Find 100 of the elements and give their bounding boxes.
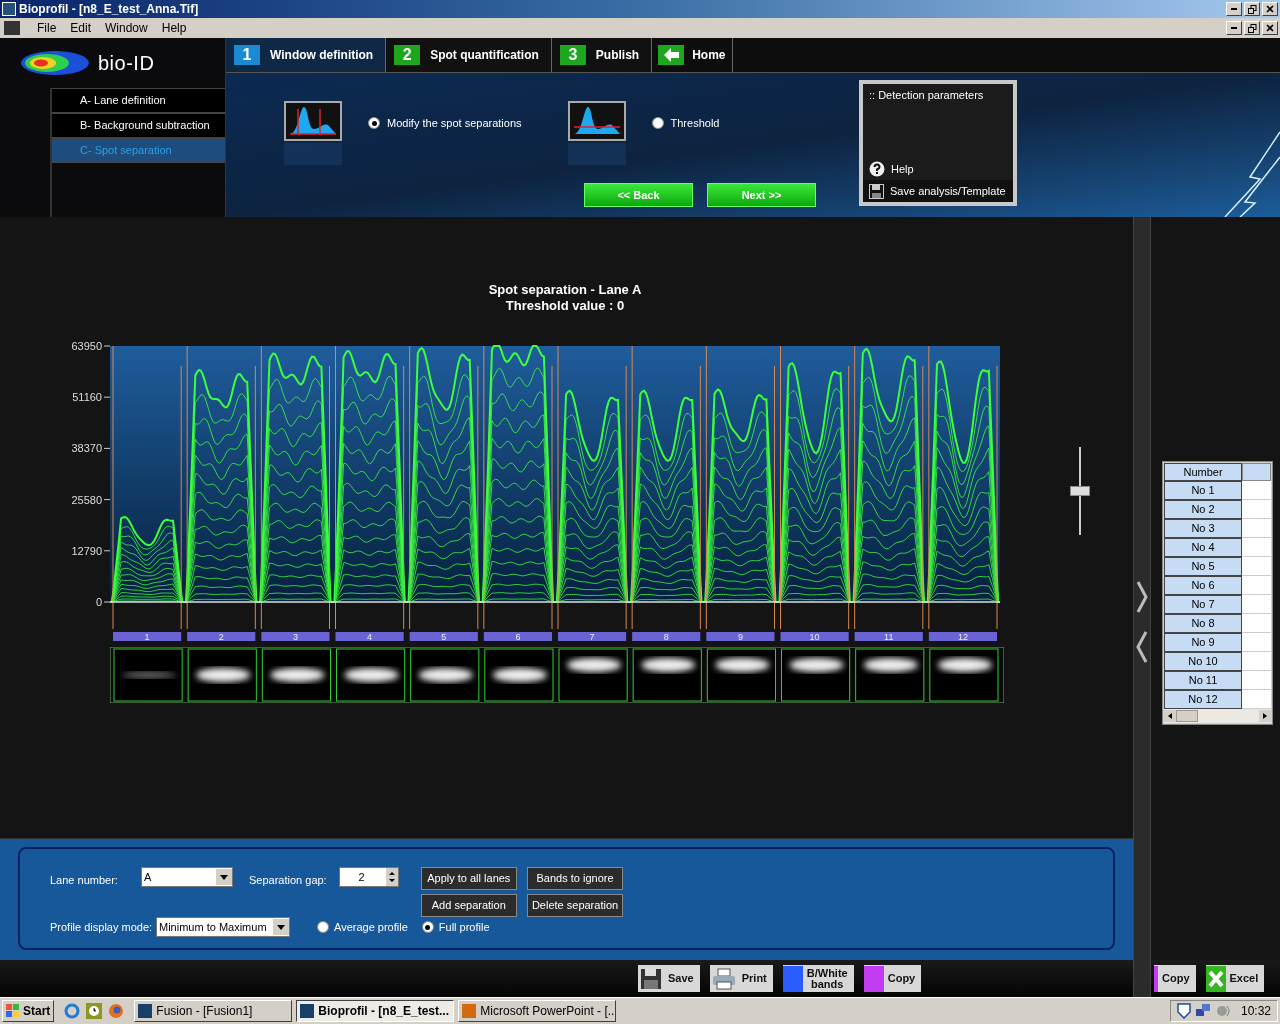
lane-tab[interactable]	[261, 632, 330, 641]
y-axis-label: 51160	[72, 391, 102, 404]
sidebar-item[interactable]: A- Lane definition	[52, 88, 225, 113]
taskbar-button[interactable]: Bioprofil - [n8_E_test...	[296, 1000, 455, 1022]
close-icon	[1266, 5, 1274, 13]
menu-item[interactable]: File	[30, 19, 64, 37]
row-header[interactable]: No 5	[1164, 557, 1242, 576]
restore-icon	[1247, 23, 1257, 33]
menu-item[interactable]: Window	[98, 19, 155, 37]
taskbar-button[interactable]: Microsoft PowerPoint - [...	[458, 1000, 617, 1022]
logo-text: bio-ID	[98, 51, 155, 76]
save-template-link[interactable]: Save analysis/Template	[863, 180, 1013, 202]
taskbar-button[interactable]: Fusion - [Fusion1]	[134, 1000, 293, 1022]
radio-label: Full profile	[438, 919, 490, 935]
lane-tab[interactable]	[632, 632, 701, 641]
step-tab[interactable]: 2 Spot quantification	[386, 38, 552, 72]
copy-button[interactable]: Copy	[863, 965, 922, 992]
shield-icon[interactable]	[1176, 1003, 1191, 1019]
step-tab[interactable]: 1 Window definition	[226, 38, 387, 72]
horizontal-scrollbar[interactable]	[1164, 709, 1271, 723]
row-header[interactable]: No 8	[1164, 614, 1242, 633]
row-header[interactable]: No 7	[1164, 595, 1242, 614]
row-header[interactable]: No 12	[1164, 690, 1242, 709]
spinner-buttons[interactable]	[385, 868, 398, 886]
chevron-right-icon	[1136, 580, 1148, 614]
y-axis-label: 38370	[71, 442, 102, 455]
field-label: Profile display mode:	[50, 919, 154, 935]
lane-tab[interactable]	[335, 632, 404, 641]
slider-thumb[interactable]	[1070, 486, 1090, 496]
action-button[interactable]: Add separation	[420, 894, 517, 917]
scroll-right-icon	[1263, 713, 1267, 719]
row-header[interactable]: No 10	[1164, 652, 1242, 671]
radio-button[interactable]	[651, 117, 664, 130]
scroll-right-button[interactable]	[1259, 710, 1271, 722]
sidebar-item[interactable]: B- Background subtraction	[52, 113, 225, 138]
lane-tab[interactable]	[706, 632, 775, 641]
action-button[interactable]: Apply to all lanes	[420, 867, 517, 890]
start-button[interactable]: Start	[2, 1000, 55, 1022]
printer-icon	[711, 967, 736, 990]
radio-label: Threshold	[670, 116, 720, 131]
row-header[interactable]: No 9	[1164, 633, 1242, 652]
profile-mode-dropdown[interactable]: Minimum to Maximum	[156, 917, 290, 937]
bands-mode-button[interactable]: B/White bands	[782, 965, 854, 992]
minimize-button[interactable]	[1226, 2, 1242, 16]
step-number: 3	[559, 45, 586, 65]
y-axis-label: 63950	[71, 340, 102, 352]
app-window-icon	[462, 1004, 477, 1018]
row-header[interactable]: No 6	[1164, 576, 1242, 595]
lane-number: 4	[367, 632, 373, 642]
document-icon	[4, 21, 20, 35]
lane-number: 10	[809, 632, 820, 642]
column-header: Number	[1164, 463, 1242, 481]
lane-number: 12	[957, 632, 968, 642]
dropdown-arrow-icon	[220, 874, 228, 880]
row-header[interactable]: No 4	[1164, 538, 1242, 557]
restore-button[interactable]	[1244, 2, 1260, 16]
restore-button[interactable]	[1244, 21, 1260, 35]
row-header[interactable]: No 3	[1164, 519, 1242, 538]
panel-title: :: Detection parameters	[868, 88, 985, 103]
row-header[interactable]: No 11	[1164, 671, 1242, 690]
separation-gap-spinner[interactable]: 2	[338, 867, 399, 887]
windows-logo-icon	[6, 1004, 20, 1018]
dropdown-arrow-button[interactable]	[216, 869, 232, 885]
save-button[interactable]: Save	[638, 965, 700, 992]
radio-button[interactable]	[421, 921, 434, 933]
excel-button[interactable]: Excel	[1205, 965, 1265, 992]
minimize-icon	[1231, 27, 1237, 29]
excel-icon	[1205, 965, 1226, 992]
radio-button[interactable]	[317, 921, 329, 933]
step-number: 2	[394, 45, 421, 65]
menu-item[interactable]: Help	[154, 19, 194, 37]
lane-tab[interactable]	[780, 632, 849, 641]
close-button[interactable]	[1262, 21, 1278, 35]
action-button[interactable]: Delete separation	[526, 894, 624, 917]
lane-tab[interactable]	[409, 632, 478, 641]
lane-number-dropdown[interactable]: A	[141, 867, 233, 887]
action-button[interactable]: Bands to ignore	[526, 867, 624, 890]
step-tab[interactable]: 3 Publish	[551, 38, 653, 72]
row-header[interactable]: No 1	[1164, 481, 1242, 500]
help-link[interactable]: Help	[863, 158, 1013, 180]
close-button[interactable]	[1262, 2, 1278, 16]
clock-icon[interactable]	[86, 1003, 103, 1019]
app-icon	[2, 2, 16, 16]
dropdown-arrow-button[interactable]	[273, 919, 289, 935]
browser-icon[interactable]	[64, 1003, 81, 1019]
lane-tab[interactable]	[854, 632, 923, 641]
row-header[interactable]: No 2	[1164, 500, 1242, 519]
scroll-left-button[interactable]	[1164, 710, 1176, 722]
scroll-left-icon	[1168, 713, 1172, 719]
network-icon[interactable]	[1194, 1003, 1211, 1019]
y-axis-label: 0	[95, 596, 102, 608]
scrollbar-thumb[interactable]	[1176, 710, 1198, 722]
menu-item[interactable]: Edit	[63, 19, 99, 37]
copy-button[interactable]: Copy	[1154, 965, 1196, 992]
minimize-button[interactable]	[1226, 21, 1242, 35]
lane-tab[interactable]	[928, 632, 997, 641]
vertical-slider[interactable]	[1070, 447, 1090, 535]
print-button[interactable]: Print	[709, 965, 773, 992]
radio-button[interactable]	[368, 117, 380, 130]
minimize-icon	[1231, 8, 1237, 10]
